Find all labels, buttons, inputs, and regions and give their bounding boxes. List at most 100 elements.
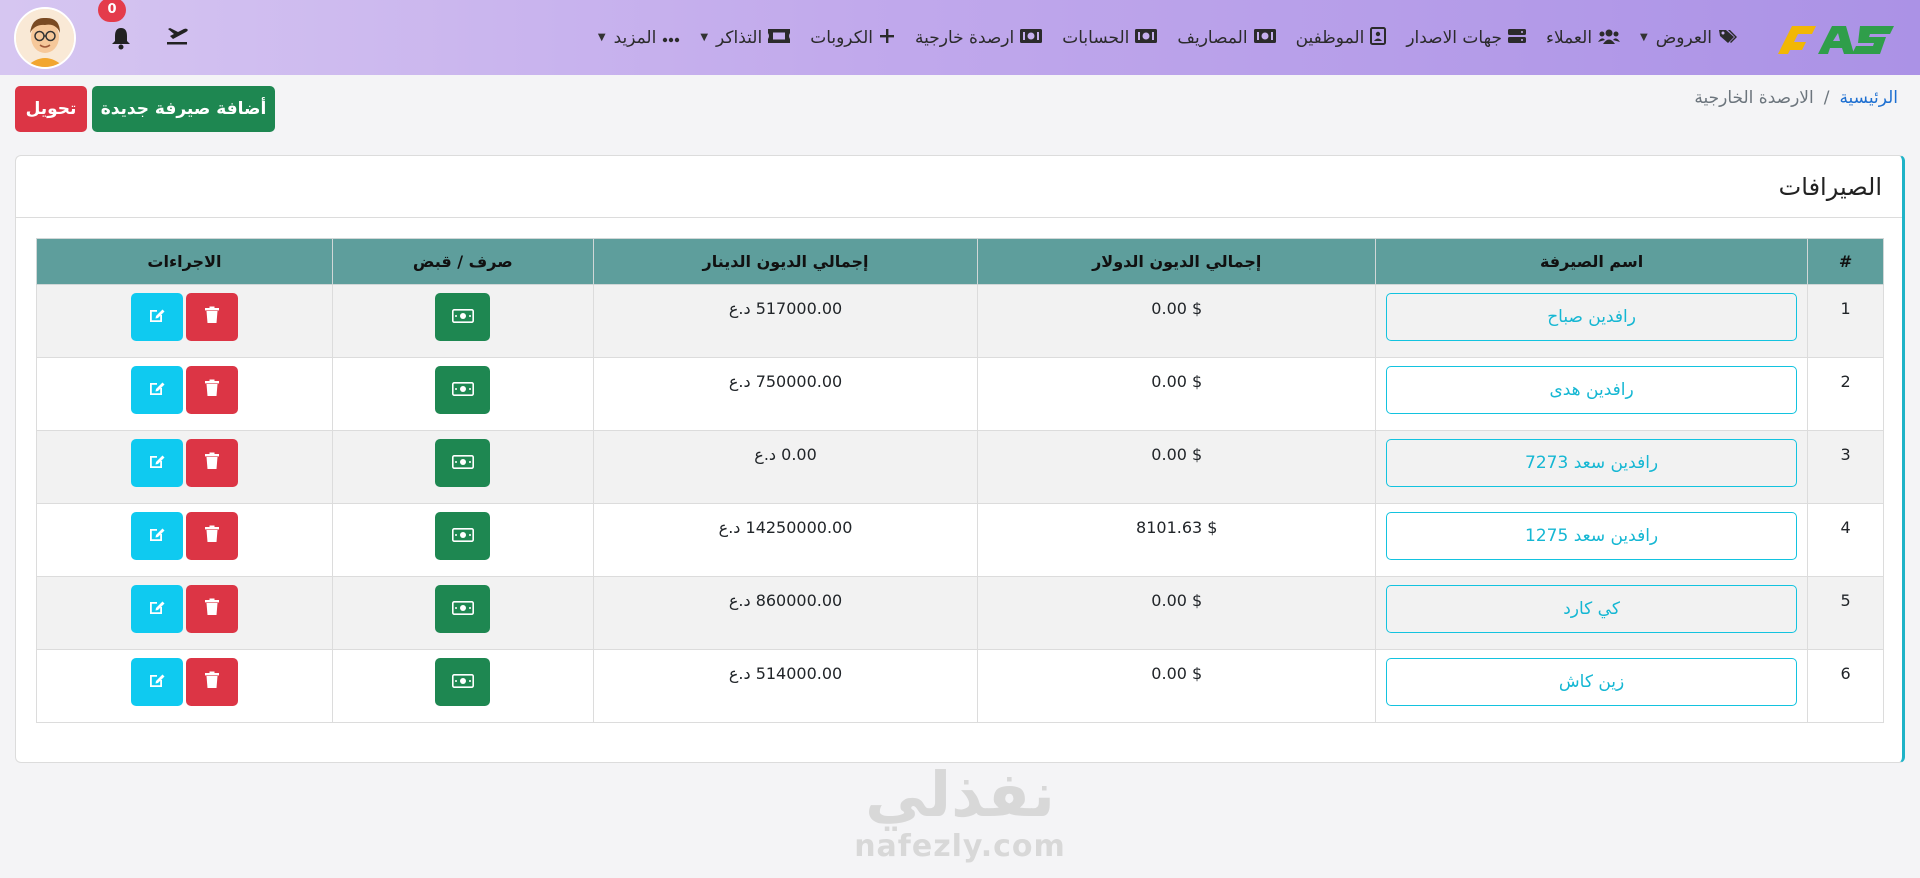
money-icon xyxy=(1253,29,1276,46)
cash-payment-button[interactable] xyxy=(435,658,491,706)
cell-name: رافدين هدى xyxy=(1375,357,1809,431)
delete-button[interactable] xyxy=(185,585,238,633)
cell-actions xyxy=(36,357,333,431)
watermark-latin: nafezly.com xyxy=(854,829,1066,864)
nav-item-8[interactable]: التذاكر ▼ xyxy=(700,27,791,48)
breadcrumb: الرئيسية / الارصدة الخارجية xyxy=(1694,88,1898,108)
table-row: 4 رافدين سعد 1275 $ 8101.63 14250000.00 د.ع xyxy=(36,503,1884,577)
cell-usd: $ 0.00 xyxy=(977,649,1377,723)
bell-icon xyxy=(112,27,130,49)
nav-item-0[interactable]: العروض ▼ xyxy=(1640,28,1738,48)
nav-item-label: الكروبات xyxy=(810,27,873,48)
delete-button[interactable] xyxy=(185,439,238,487)
cell-pay xyxy=(331,503,594,577)
nav-item-1[interactable]: العملاء xyxy=(1546,28,1621,48)
delete-button[interactable] xyxy=(185,293,238,341)
cell-pay xyxy=(331,576,594,650)
iqd-total: 860000.00 د.ع xyxy=(728,591,843,610)
cell-iqd: 14250000.00 د.ع xyxy=(592,503,979,577)
nav-item-6[interactable]: ارصدة خارجية xyxy=(915,28,1043,48)
delete-button[interactable] xyxy=(185,366,238,414)
nav-item-7[interactable]: الكروبات xyxy=(810,28,895,48)
nav-item-5[interactable]: الحسابات xyxy=(1062,28,1158,48)
cell-actions xyxy=(36,503,333,577)
ticket-icon xyxy=(768,29,791,46)
cell-actions xyxy=(36,430,333,504)
trash-icon xyxy=(204,306,220,328)
money-bill-icon xyxy=(451,673,474,692)
cell-usd: $ 0.00 xyxy=(977,284,1377,358)
edit-icon xyxy=(148,379,166,401)
nav-item-label: الموظفين xyxy=(1295,27,1365,48)
delete-button[interactable] xyxy=(185,658,238,706)
nav-item-label: المصاريف xyxy=(1177,27,1248,48)
edit-icon xyxy=(148,598,166,620)
cash-payment-button[interactable] xyxy=(435,293,491,341)
breadcrumb-home-link[interactable]: الرئيسية xyxy=(1839,88,1898,108)
cell-pay xyxy=(331,357,594,431)
trash-icon xyxy=(204,671,220,693)
cash-payment-button[interactable] xyxy=(435,585,491,633)
row-actions xyxy=(130,585,238,633)
cash-payment-button[interactable] xyxy=(435,512,491,560)
cell-usd: $ 0.00 xyxy=(977,430,1377,504)
cash-payment-button[interactable] xyxy=(435,439,491,487)
row-actions xyxy=(130,293,238,341)
card-title: الصيرافات xyxy=(16,156,1902,218)
edit-button[interactable] xyxy=(130,658,183,706)
exchange-name-button[interactable]: رافدين سعد 7273 xyxy=(1386,439,1798,487)
nav-item-label: التذاكر xyxy=(716,27,763,48)
transfer-button[interactable]: تحويل xyxy=(15,86,87,132)
edit-button[interactable] xyxy=(130,512,183,560)
user-avatar[interactable] xyxy=(14,6,76,69)
header-actions: الاجراءات xyxy=(36,238,333,285)
row-number: 4 xyxy=(1840,518,1851,537)
exchange-name-button[interactable]: رافدين صباح xyxy=(1386,293,1798,341)
cell-name: رافدين سعد 7273 xyxy=(1375,430,1809,504)
nav-item-4[interactable]: المصاريف xyxy=(1177,27,1276,48)
cell-iqd: 517000.00 د.ع xyxy=(592,284,979,358)
exchange-name-button[interactable]: كي كارد xyxy=(1386,585,1798,633)
table-row: 2 رافدين هدى $ 0.00 750000.00 د.ع xyxy=(36,357,1884,431)
nav-item-label: جهات الاصدار xyxy=(1406,27,1502,48)
cell-num: 1 xyxy=(1807,284,1884,358)
usd-total: $ 0.00 xyxy=(1151,299,1203,318)
money-icon xyxy=(1135,29,1158,46)
breadcrumb-current: الارصدة الخارجية xyxy=(1694,88,1814,108)
edit-button[interactable] xyxy=(130,439,183,487)
cell-actions xyxy=(36,284,333,358)
cell-usd: $ 8101.63 xyxy=(977,503,1377,577)
cell-iqd: 0.00 د.ع xyxy=(592,430,979,504)
money-bill-icon xyxy=(451,600,474,619)
exchange-name-button[interactable]: رافدين سعد 1275 xyxy=(1386,512,1798,560)
iqd-total: 750000.00 د.ع xyxy=(728,372,843,391)
row-actions xyxy=(130,658,238,706)
trash-icon xyxy=(204,379,220,401)
exchange-name-button[interactable]: رافدين هدى xyxy=(1386,366,1798,414)
row-number: 5 xyxy=(1840,591,1851,610)
cash-payment-button[interactable] xyxy=(435,366,491,414)
brand-logo[interactable] xyxy=(1772,14,1900,62)
notifications-button[interactable]: 0 xyxy=(98,0,134,50)
table-row: 1 رافدين صباح $ 0.00 517000.00 د.ع xyxy=(36,284,1884,358)
nav-item-9[interactable]: المزيد ▼ xyxy=(598,28,680,48)
edit-icon xyxy=(148,525,166,547)
flight-button[interactable] xyxy=(164,24,190,52)
nav-item-3[interactable]: الموظفين xyxy=(1296,27,1387,48)
tags-icon xyxy=(1718,28,1738,47)
nav-item-2[interactable]: جهات الاصدار xyxy=(1406,28,1526,48)
edit-button[interactable] xyxy=(130,293,183,341)
usd-total: $ 0.00 xyxy=(1151,445,1203,464)
plus-icon xyxy=(879,28,895,47)
row-actions xyxy=(130,439,238,487)
edit-button[interactable] xyxy=(130,585,183,633)
delete-button[interactable] xyxy=(185,512,238,560)
edit-button[interactable] xyxy=(130,366,183,414)
nav-user-area: 0 xyxy=(14,0,190,69)
add-exchange-button[interactable]: أضافة صيرفة جديدة xyxy=(92,86,275,132)
table-row: 6 زين كاش $ 0.00 514000.00 د.ع xyxy=(36,649,1884,723)
exchanges-table: # اسم الصيرفة إجمالي الديون الدولار إجما… xyxy=(36,238,1884,723)
cell-iqd: 514000.00 د.ع xyxy=(592,649,979,723)
exchange-name-button[interactable]: زين كاش xyxy=(1386,658,1798,706)
row-number: 6 xyxy=(1840,664,1851,683)
